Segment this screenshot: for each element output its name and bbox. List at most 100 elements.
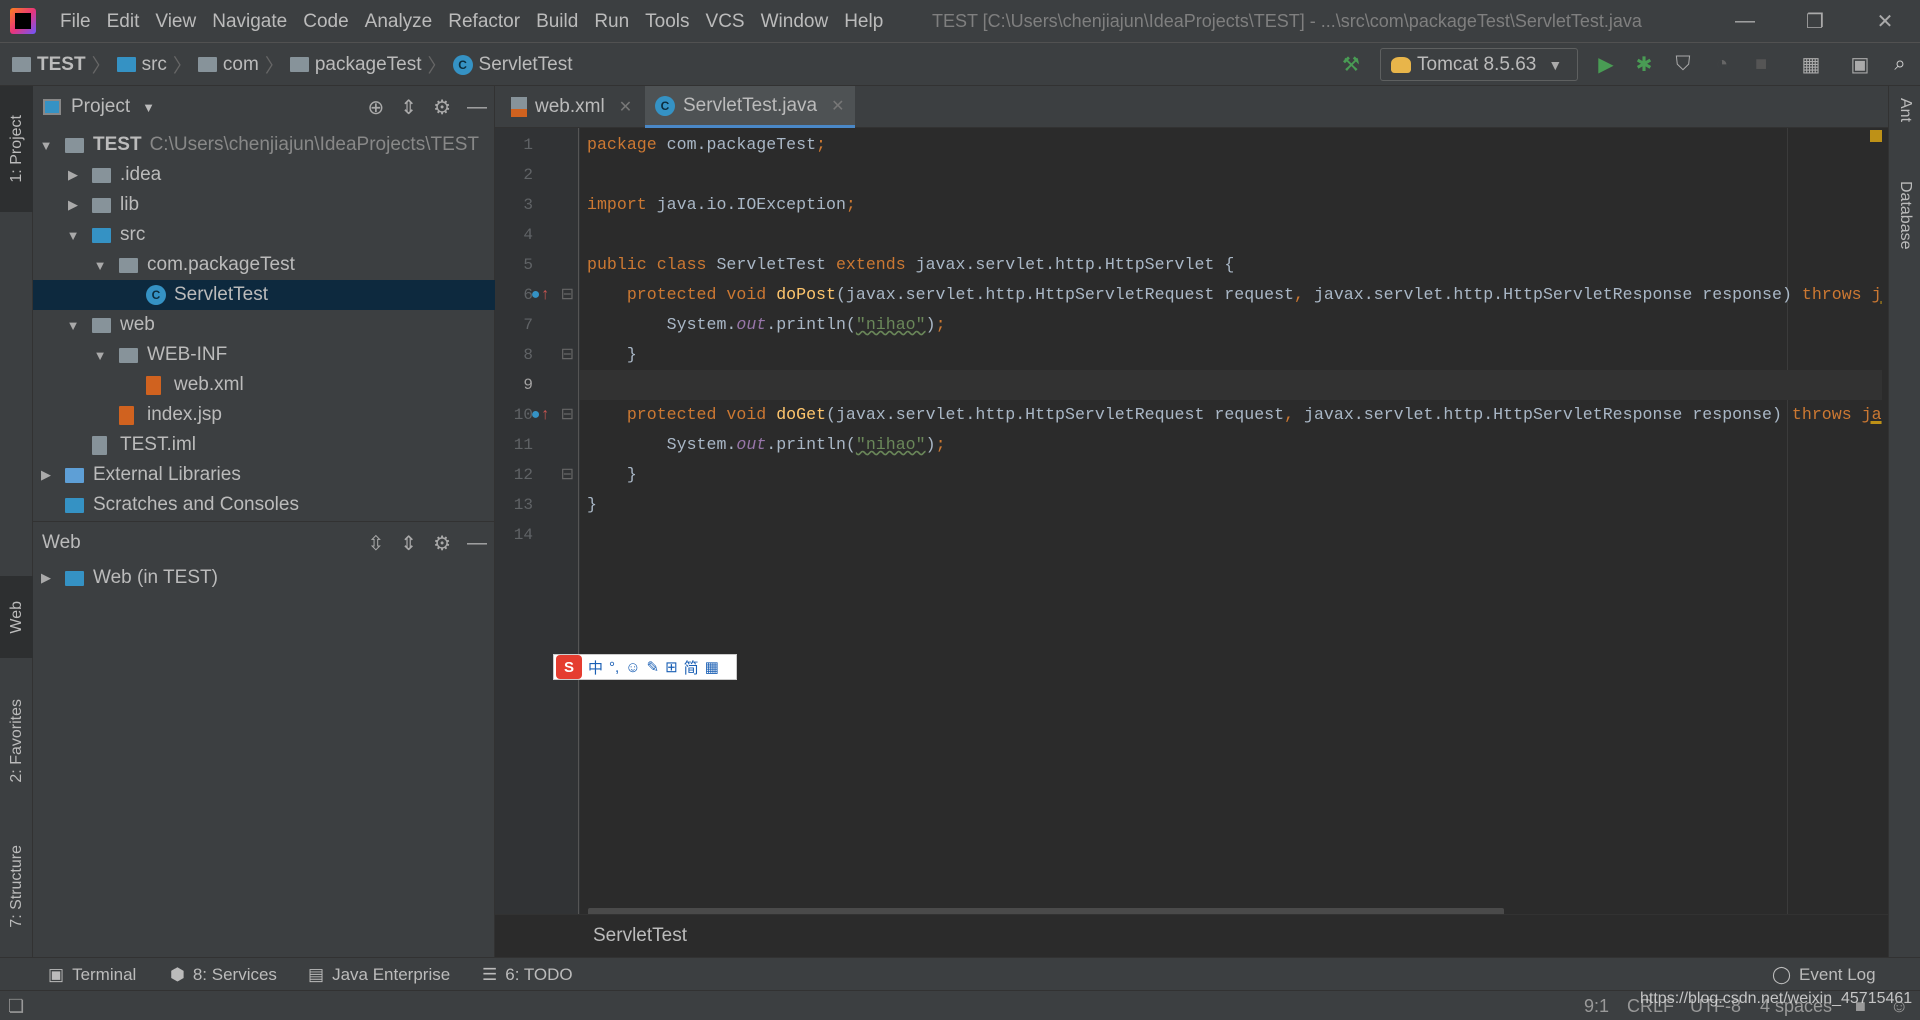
toggle-tool-windows-icon[interactable]: ❏ bbox=[8, 996, 24, 1017]
restore-button[interactable]: ❐ bbox=[1780, 0, 1850, 43]
code-line[interactable]: } bbox=[587, 340, 637, 370]
ime-button[interactable]: ✎ bbox=[647, 658, 660, 676]
debug-bug-icon[interactable]: ✱ bbox=[1629, 49, 1659, 79]
menu-tools[interactable]: Tools bbox=[637, 11, 697, 33]
caret-position[interactable]: 9:1 bbox=[1584, 996, 1609, 1017]
collapse-all-icon[interactable]: ⇕ bbox=[400, 531, 417, 556]
ime-button[interactable]: °, bbox=[609, 659, 619, 676]
menu-window[interactable]: Window bbox=[753, 11, 837, 33]
menu-code[interactable]: Code bbox=[295, 11, 356, 33]
editor-breadcrumb-item[interactable]: ServletTest bbox=[593, 925, 687, 947]
expand-arrow-icon[interactable]: ▼ bbox=[93, 258, 107, 273]
collapse-all-icon[interactable]: ⇕ bbox=[400, 95, 417, 120]
project-view-select[interactable]: Project bbox=[71, 96, 130, 118]
tree-item[interactable]: ▼ com.packageTest bbox=[33, 250, 495, 280]
code-line[interactable]: protected void doGet(javax.servlet.http.… bbox=[587, 400, 1882, 430]
tab-favorites[interactable]: 2: Favorites bbox=[0, 676, 33, 806]
menu-navigate[interactable]: Navigate bbox=[204, 11, 295, 33]
tree-item[interactable]: index.jsp bbox=[33, 400, 495, 430]
ime-button[interactable]: ☺ bbox=[625, 659, 640, 676]
close-button[interactable]: ✕ bbox=[1850, 0, 1920, 43]
tree-item[interactable]: ▼ src bbox=[33, 220, 495, 250]
code-token: (javax.servlet.http.HttpServletRequest r… bbox=[835, 285, 1295, 304]
tree-item[interactable]: ▶ External Libraries bbox=[33, 460, 495, 490]
warning-marker-icon[interactable] bbox=[1870, 130, 1882, 142]
tab-project[interactable]: 1: Project bbox=[0, 86, 33, 212]
menu-view[interactable]: View bbox=[147, 11, 204, 33]
expand-arrow-icon[interactable]: ▼ bbox=[66, 228, 80, 243]
tab-structure[interactable]: 7: Structure bbox=[0, 821, 33, 951]
code-line[interactable]: import java.io.IOException; bbox=[587, 190, 856, 220]
code-line[interactable]: } bbox=[587, 490, 597, 520]
menu-build[interactable]: Build bbox=[528, 11, 586, 33]
tool-terminal[interactable]: ▣ Terminal bbox=[48, 958, 136, 991]
menu-edit[interactable]: Edit bbox=[99, 11, 148, 33]
code-area[interactable]: package com.packageTest; import java.io.I… bbox=[495, 86, 1888, 914]
code-line[interactable]: protected void doPost(javax.servlet.http… bbox=[587, 280, 1882, 310]
tree-item[interactable]: ▶ .idea bbox=[33, 160, 495, 190]
tree-item[interactable]: TEST.iml bbox=[33, 430, 495, 460]
expand-arrow-icon[interactable]: ▶ bbox=[39, 570, 53, 586]
run-config-select[interactable]: Tomcat 8.5.63 ▼ bbox=[1380, 48, 1578, 81]
ime-button[interactable]: 中 bbox=[588, 657, 603, 678]
tab-database[interactable]: Database bbox=[1889, 181, 1920, 250]
breadcrumb-src[interactable]: src bbox=[116, 54, 167, 76]
build-hammer-icon[interactable]: ⚒ bbox=[1336, 49, 1366, 79]
web-tree-item[interactable]: ▶ Web (in TEST) bbox=[33, 563, 495, 593]
tab-ant[interactable]: Ant bbox=[1889, 98, 1920, 122]
breadcrumb-test[interactable]: TEST bbox=[12, 54, 86, 76]
locate-icon[interactable]: ⊕ bbox=[368, 95, 385, 120]
tool-todo[interactable]: ☰ 6: TODO bbox=[482, 958, 573, 991]
minimize-button[interactable]: — bbox=[1710, 0, 1780, 43]
expand-arrow-icon[interactable]: ▶ bbox=[66, 197, 80, 213]
tree-item[interactable]: ▶ lib bbox=[33, 190, 495, 220]
expand-arrow-icon[interactable]: ▼ bbox=[93, 348, 107, 363]
terminal-icon[interactable]: ▣ bbox=[1845, 49, 1875, 79]
profile-icon[interactable]: ◔ bbox=[1707, 49, 1737, 79]
expand-all-icon[interactable]: ⇳ bbox=[368, 531, 385, 556]
code-line[interactable]: System.out.println("nihao"); bbox=[587, 430, 946, 460]
project-structure-icon[interactable]: ▦ bbox=[1796, 49, 1826, 79]
tree-item[interactable]: web.xml bbox=[33, 370, 495, 400]
code-line[interactable]: public class ServletTest extends javax.s… bbox=[587, 250, 1234, 280]
tree-item[interactable]: ▼ WEB-INF bbox=[33, 340, 495, 370]
hide-icon[interactable]: — bbox=[467, 532, 487, 555]
hide-icon[interactable]: — bbox=[467, 96, 487, 119]
gear-icon[interactable]: ⚙ bbox=[433, 531, 451, 556]
menu-file[interactable]: File bbox=[52, 11, 99, 33]
gear-icon[interactable]: ⚙ bbox=[433, 95, 451, 120]
breadcrumb-com[interactable]: com bbox=[197, 54, 259, 76]
search-icon[interactable]: ⌕ bbox=[1885, 49, 1915, 79]
breadcrumb-packagetest[interactable]: packageTest bbox=[289, 54, 422, 76]
code-line[interactable]: } bbox=[587, 460, 637, 490]
tool-java-enterprise[interactable]: ▤ Java Enterprise bbox=[308, 958, 450, 991]
ime-button[interactable]: 简 bbox=[684, 657, 699, 678]
coverage-icon[interactable]: ⛉ bbox=[1668, 49, 1698, 79]
tab-web[interactable]: Web bbox=[0, 576, 33, 658]
menu-analyze[interactable]: Analyze bbox=[357, 11, 441, 33]
chevron-down-icon[interactable]: ▼ bbox=[142, 100, 155, 115]
tool-services[interactable]: ⬢ 8: Services bbox=[170, 958, 277, 991]
breadcrumb-servlettest[interactable]: C ServletTest bbox=[452, 54, 573, 76]
expand-arrow-icon[interactable]: ▶ bbox=[66, 167, 80, 183]
run-icon[interactable]: ▶ bbox=[1591, 49, 1621, 79]
menu-refactor[interactable]: Refactor bbox=[440, 11, 528, 33]
ime-button[interactable]: ▦ bbox=[705, 658, 719, 676]
tree-item[interactable]: Scratches and Consoles bbox=[33, 490, 495, 520]
code-line[interactable]: System.out.println("nihao"); bbox=[587, 310, 946, 340]
expand-arrow-icon[interactable]: ▼ bbox=[39, 138, 53, 153]
stop-icon[interactable]: ■ bbox=[1746, 49, 1776, 79]
code-line[interactable]: package com.packageTest; bbox=[587, 130, 826, 160]
menu-vcs[interactable]: VCS bbox=[698, 11, 753, 33]
tree-item[interactable]: C ServletTest bbox=[33, 280, 495, 310]
menu-help[interactable]: Help bbox=[836, 11, 891, 33]
expand-arrow-icon[interactable]: ▼ bbox=[66, 318, 80, 333]
ime-button[interactable]: ⊞ bbox=[665, 658, 678, 676]
menu-run[interactable]: Run bbox=[586, 11, 637, 33]
tool-event-log[interactable]: ◯ Event Log bbox=[1772, 958, 1876, 991]
tree-item-label: External Libraries bbox=[93, 464, 241, 485]
expand-arrow-icon[interactable]: ▶ bbox=[39, 467, 53, 483]
tree-item[interactable]: ▼ web bbox=[33, 310, 495, 340]
tree-item[interactable]: ▼ TEST C:\Users\chenjiajun\IdeaProjects\TE… bbox=[33, 130, 495, 160]
code-token: ; bbox=[816, 135, 827, 154]
